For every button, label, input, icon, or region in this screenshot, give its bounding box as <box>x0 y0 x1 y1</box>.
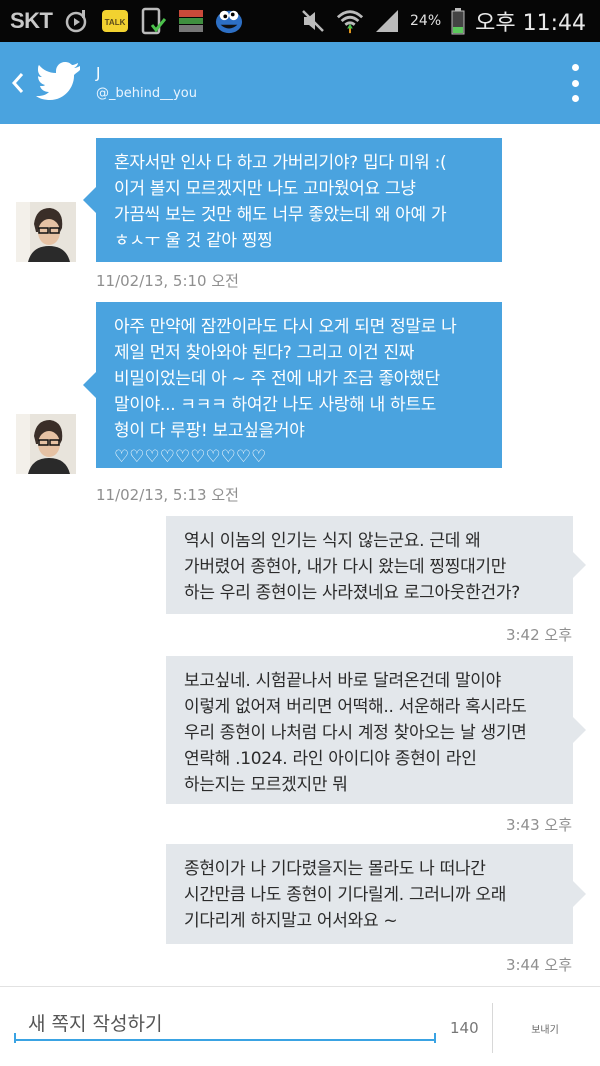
outgoing-message[interactable]: 종현이가 나 기다렸을지는 몰라도 나 떠나간 시간만큼 나도 종현이 기다릴게… <box>166 844 586 944</box>
message-line: 말이야... ㅋㅋㅋ 하여간 나도 사랑해 내 하트도 <box>114 395 437 415</box>
message-line: 형이 다 루팡! 보고싶을거야 <box>114 421 305 441</box>
new-message-input[interactable] <box>14 1009 436 1041</box>
status-bar: SKT TALK 24% 오후 11:44 <box>0 0 600 42</box>
conversation-header: J @_behind__you <box>0 42 600 124</box>
message-timestamp: 3:44 오후 <box>505 956 572 974</box>
cookie-monster-icon <box>215 7 243 35</box>
outgoing-message[interactable]: 보고싶네. 시험끝나서 바로 달려온건데 말이야 이렇게 없어져 버리면 어떡해… <box>166 656 586 804</box>
input-underline-left <box>14 1033 16 1043</box>
svg-text:TALK: TALK <box>104 18 125 27</box>
carrier-label: SKT <box>10 8 53 33</box>
message-composer: 140 보내기 <box>0 986 600 1066</box>
message-timestamp: 11/02/13, 5:10 오전 <box>96 272 239 290</box>
incoming-message[interactable]: 혼자서만 인사 다 하고 가버리기야? 밉다 미워 :( 이거 볼지 모르겠지만… <box>83 138 502 262</box>
message-timestamp: 11/02/13, 5:13 오전 <box>96 486 239 504</box>
message-line: 하는 우리 종현이는 사라졌네요 로그아웃한건가? <box>184 583 520 603</box>
message-line: 종현이가 나 기다렸을지는 몰라도 나 떠나간 <box>184 859 486 879</box>
composer-divider <box>492 1003 493 1053</box>
send-button[interactable]: 보내기 <box>505 1021 585 1036</box>
message-line: 비밀이었는데 아 ~ 주 전에 내가 조금 좋아했단 <box>114 369 440 389</box>
clock: 오후 11:44 <box>475 11 586 36</box>
message-timestamp: 3:42 오후 <box>505 626 572 644</box>
message-thread[interactable]: ─── 혼자서만 인사 다 하고 가버리기야? 밉다 미워 :( 이거 볼지 모… <box>0 124 600 986</box>
avatar[interactable] <box>16 202 76 262</box>
wifi-icon <box>336 7 364 35</box>
message-line: 보고싶네. 시험끝나서 바로 달려온건데 말이야 <box>184 671 501 691</box>
message-line: 시간만큼 나도 종현이 기다릴게. 그러니까 오래 <box>184 885 507 905</box>
download-complete-icon <box>139 7 167 35</box>
contact-handle: @_behind__you <box>96 86 197 101</box>
message-line: 제일 먼저 찾아와야 된다? 그리고 이건 진짜 <box>114 343 415 363</box>
message-line: 역시 이놈의 인기는 식지 않는군요. 근데 왜 <box>184 531 481 551</box>
outgoing-message[interactable]: 역시 이놈의 인기는 식지 않는군요. 근데 왜 가버렸어 종현아, 내가 다시… <box>166 516 586 614</box>
contact-name: J <box>96 64 101 82</box>
message-timestamp: ─── <box>500 124 527 128</box>
incoming-message[interactable]: 아주 만약에 잠깐이라도 다시 오게 되면 정말로 나 제일 먼저 찾아와야 된… <box>83 302 502 468</box>
message-line: 혼자서만 인사 다 하고 가버리기야? 밉다 미워 :( <box>114 153 447 173</box>
message-line: ㅎㅅㅜ 울 것 같아 찡찡 <box>114 231 273 251</box>
battery-icon <box>450 7 466 35</box>
kakaotalk-icon: TALK <box>101 7 129 35</box>
message-line: 기다리게 하지말고 어서와요 ~ <box>184 911 398 931</box>
message-line: 아주 만약에 잠깐이라도 다시 오게 되면 정말로 나 <box>114 317 457 337</box>
battery-percent: 24% <box>410 13 442 29</box>
back-chevron-icon[interactable] <box>8 66 28 100</box>
message-line: 우리 종현이 나처럼 다시 계정 찾아오는 날 생기면 <box>184 723 527 743</box>
message-timestamp: 3:43 오후 <box>505 816 572 834</box>
status-bar-left: SKT TALK <box>10 0 243 42</box>
message-line: 가끔씩 보는 것만 해도 너무 좋았는데 왜 아예 가 <box>114 205 447 225</box>
message-line: 하는지는 모르겠지만 뭐 <box>184 775 348 795</box>
message-line: 이렇게 없어져 버리면 어떡해.. 서운해라 혹시라도 <box>184 697 527 717</box>
avatar[interactable] <box>16 414 76 474</box>
twitter-bird-icon[interactable] <box>36 60 80 100</box>
overflow-menu-icon[interactable] <box>570 64 580 102</box>
message-line: ♡♡♡♡♡♡♡♡♡♡ <box>114 447 267 467</box>
message-line: 이거 볼지 모르겠지만 나도 고마웠어요 그냥 <box>114 179 416 199</box>
media-icon <box>63 7 91 35</box>
message-line: 가버렸어 종현아, 내가 다시 왔는데 찡찡대기만 <box>184 557 507 577</box>
character-counter: 140 <box>450 1019 479 1037</box>
mute-icon <box>299 7 327 35</box>
app-icon <box>177 7 205 35</box>
input-underline-right <box>434 1033 436 1043</box>
signal-icon <box>373 7 401 35</box>
status-bar-right: 24% 오후 11:44 <box>299 0 586 42</box>
message-line: 연락해 .1024. 라인 아이디야 종현이 라인 <box>184 749 477 769</box>
